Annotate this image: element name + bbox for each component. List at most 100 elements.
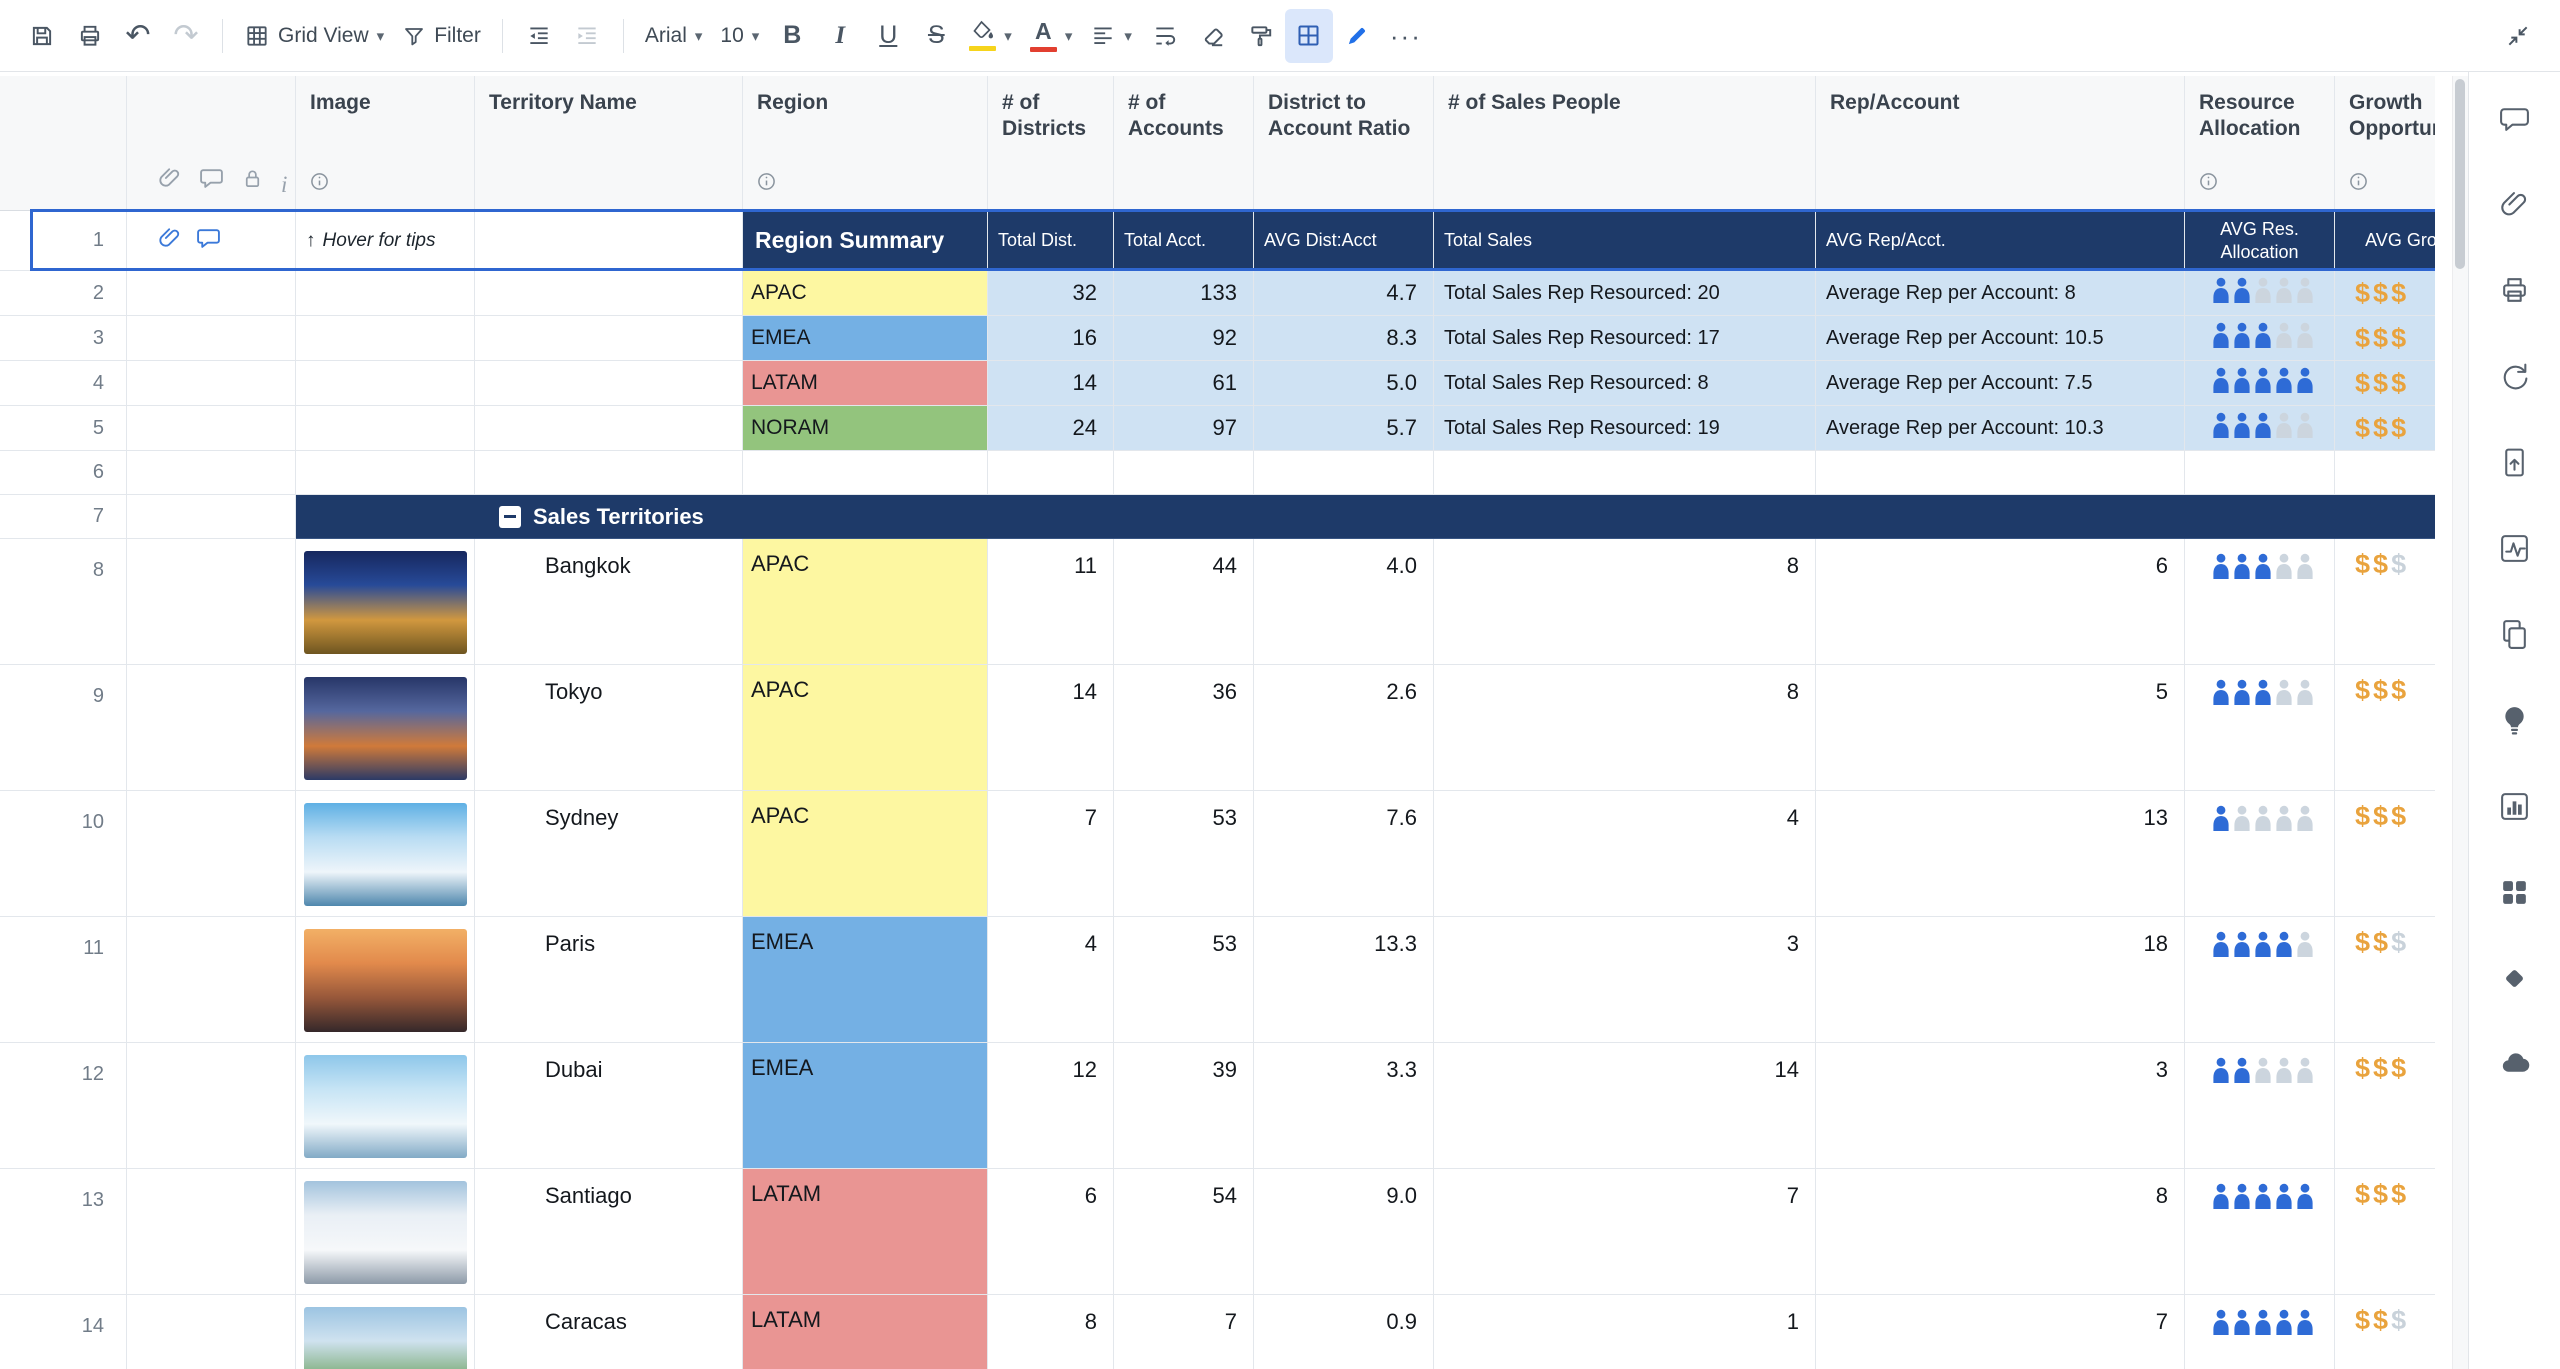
rep-account-cell[interactable]: 18 xyxy=(1816,917,2185,1043)
resource-allocation-cell[interactable] xyxy=(2185,1043,2335,1169)
attachment-column-icon[interactable] xyxy=(157,165,182,196)
highlight-pen-button[interactable] xyxy=(1333,9,1381,63)
comment-icon[interactable] xyxy=(196,225,221,256)
column-header-ratio[interactable]: District to Account Ratio xyxy=(1254,76,1434,211)
rep-account-cell[interactable]: Average Rep per Account: 10.3 xyxy=(1816,406,2185,451)
row-indicator-cell[interactable] xyxy=(127,1169,296,1295)
row-number[interactable]: 7 xyxy=(0,495,127,539)
sales-people-cell[interactable]: 8 xyxy=(1434,539,1816,665)
collapse-group-button[interactable] xyxy=(499,505,521,528)
rail-workapps-button[interactable] xyxy=(2491,956,2539,1004)
resource-summary-header-cell[interactable]: AVG Res. Allocation xyxy=(2185,211,2335,271)
resource-allocation-cell[interactable] xyxy=(2185,1169,2335,1295)
filter-button[interactable]: Filter xyxy=(393,9,490,63)
comment-column-icon[interactable] xyxy=(199,165,224,196)
font-family-select[interactable]: Arial ▾ xyxy=(636,9,712,63)
growth-opportunity-cell[interactable]: $ $ $ xyxy=(2335,1169,2435,1295)
row-number[interactable]: 5 xyxy=(0,406,127,451)
territory-name-cell[interactable]: Tokyo xyxy=(475,665,743,791)
fill-color-button[interactable]: ▾ xyxy=(960,9,1021,63)
territory-name-cell[interactable]: Santiago xyxy=(475,1169,743,1295)
resource-allocation-cell[interactable] xyxy=(2185,406,2335,451)
wrap-text-button[interactable] xyxy=(1141,9,1189,63)
region-cell[interactable]: APAC xyxy=(743,665,988,791)
image-cell[interactable]: ↑ Hover for tips xyxy=(296,211,475,271)
sales-people-cell[interactable]: Total Sales Rep Resourced: 17 xyxy=(1434,316,1816,361)
collapse-toolbar-button[interactable] xyxy=(2494,9,2542,63)
accounts-cell[interactable]: 54 xyxy=(1114,1169,1254,1295)
row-number[interactable]: 1 xyxy=(0,211,127,271)
region-cell[interactable]: EMEA xyxy=(743,316,988,361)
resource-allocation-cell[interactable] xyxy=(2185,361,2335,406)
rail-update-requests-button[interactable] xyxy=(2491,354,2539,402)
resource-allocation-cell[interactable] xyxy=(2185,1295,2335,1369)
row-indicator-cell[interactable] xyxy=(127,791,296,917)
rep-account-cell[interactable]: Average Rep per Account: 10.5 xyxy=(1816,316,2185,361)
territory-name-cell[interactable]: Caracas xyxy=(475,1295,743,1369)
districts-cell[interactable]: 12 xyxy=(988,1043,1114,1169)
resource-allocation-cell[interactable] xyxy=(2185,917,2335,1043)
rail-proofs-button[interactable] xyxy=(2491,268,2539,316)
ratio-cell[interactable] xyxy=(1254,451,1434,495)
region-cell[interactable]: LATAM xyxy=(743,1295,988,1369)
rep-account-summary-header-cell[interactable]: AVG Rep/Acct. xyxy=(1816,211,2185,271)
growth-opportunity-cell[interactable]: $ $ $ xyxy=(2335,791,2435,917)
row-indicator-cell[interactable] xyxy=(127,451,296,495)
rail-charts-button[interactable] xyxy=(2491,784,2539,832)
info-icon[interactable] xyxy=(2199,172,2218,198)
resource-allocation-cell[interactable] xyxy=(2185,451,2335,495)
territory-name-cell[interactable] xyxy=(475,271,743,316)
image-cell[interactable] xyxy=(296,1043,475,1169)
info-icon[interactable] xyxy=(2349,172,2368,198)
row-indicator-cell[interactable] xyxy=(127,917,296,1043)
row-indicator-cell[interactable] xyxy=(127,1043,296,1169)
column-header-region[interactable]: Region xyxy=(743,76,988,211)
info-icon[interactable] xyxy=(310,172,329,198)
rep-account-cell[interactable]: Average Rep per Account: 8 xyxy=(1816,271,2185,316)
ratio-cell[interactable]: 13.3 xyxy=(1254,917,1434,1043)
accounts-cell[interactable]: 36 xyxy=(1114,665,1254,791)
ratio-cell[interactable]: 4.7 xyxy=(1254,271,1434,316)
region-cell[interactable]: APAC xyxy=(743,539,988,665)
vertical-scrollbar[interactable] xyxy=(2452,76,2468,1369)
row-number[interactable]: 3 xyxy=(0,316,127,361)
growth-opportunity-cell[interactable]: $ $ $ xyxy=(2335,361,2435,406)
rep-account-cell[interactable]: Average Rep per Account: 7.5 xyxy=(1816,361,2185,406)
row-number[interactable]: 8 xyxy=(0,539,127,665)
ratio-cell[interactable]: 3.3 xyxy=(1254,1043,1434,1169)
column-header-districts[interactable]: # of Districts xyxy=(988,76,1114,211)
ratio-summary-header-cell[interactable]: AVG Dist:Acct xyxy=(1254,211,1434,271)
row-indicator-cell[interactable] xyxy=(127,665,296,791)
sales-people-cell[interactable] xyxy=(1434,451,1816,495)
column-header-sales-people[interactable]: # of Sales People xyxy=(1434,76,1816,211)
print-button[interactable] xyxy=(66,9,114,63)
territory-name-cell[interactable]: Bangkok xyxy=(475,539,743,665)
growth-opportunity-cell[interactable] xyxy=(2335,451,2435,495)
districts-cell[interactable]: 11 xyxy=(988,539,1114,665)
accounts-cell[interactable]: 61 xyxy=(1114,361,1254,406)
lock-column-icon[interactable] xyxy=(241,167,264,196)
districts-cell[interactable]: 6 xyxy=(988,1169,1114,1295)
image-cell[interactable] xyxy=(296,271,475,316)
strikethrough-button[interactable]: S xyxy=(912,9,960,63)
more-button[interactable]: ··· xyxy=(1381,9,1431,63)
text-color-button[interactable]: A ▾ xyxy=(1021,9,1082,63)
territory-name-cell[interactable]: Sydney xyxy=(475,791,743,917)
rep-account-cell[interactable]: 5 xyxy=(1816,665,2185,791)
sales-people-cell[interactable]: 14 xyxy=(1434,1043,1816,1169)
rep-account-cell[interactable]: 7 xyxy=(1816,1295,2185,1369)
row-number[interactable]: 10 xyxy=(0,791,127,917)
format-painter-button[interactable] xyxy=(1237,9,1285,63)
row-indicator-cell[interactable] xyxy=(127,211,296,271)
sales-people-cell[interactable]: 4 xyxy=(1434,791,1816,917)
scrollbar-thumb[interactable] xyxy=(2455,79,2465,269)
column-header-territory-name[interactable]: Territory Name xyxy=(475,76,743,211)
accounts-cell[interactable]: 97 xyxy=(1114,406,1254,451)
resource-allocation-cell[interactable] xyxy=(2185,316,2335,361)
districts-cell[interactable]: 14 xyxy=(988,361,1114,406)
rep-account-cell[interactable]: 13 xyxy=(1816,791,2185,917)
row-indicator-cell[interactable] xyxy=(127,406,296,451)
info-column-icon[interactable]: i xyxy=(281,173,287,196)
region-cell[interactable]: APAC xyxy=(743,791,988,917)
sales-people-cell[interactable]: Total Sales Rep Resourced: 19 xyxy=(1434,406,1816,451)
